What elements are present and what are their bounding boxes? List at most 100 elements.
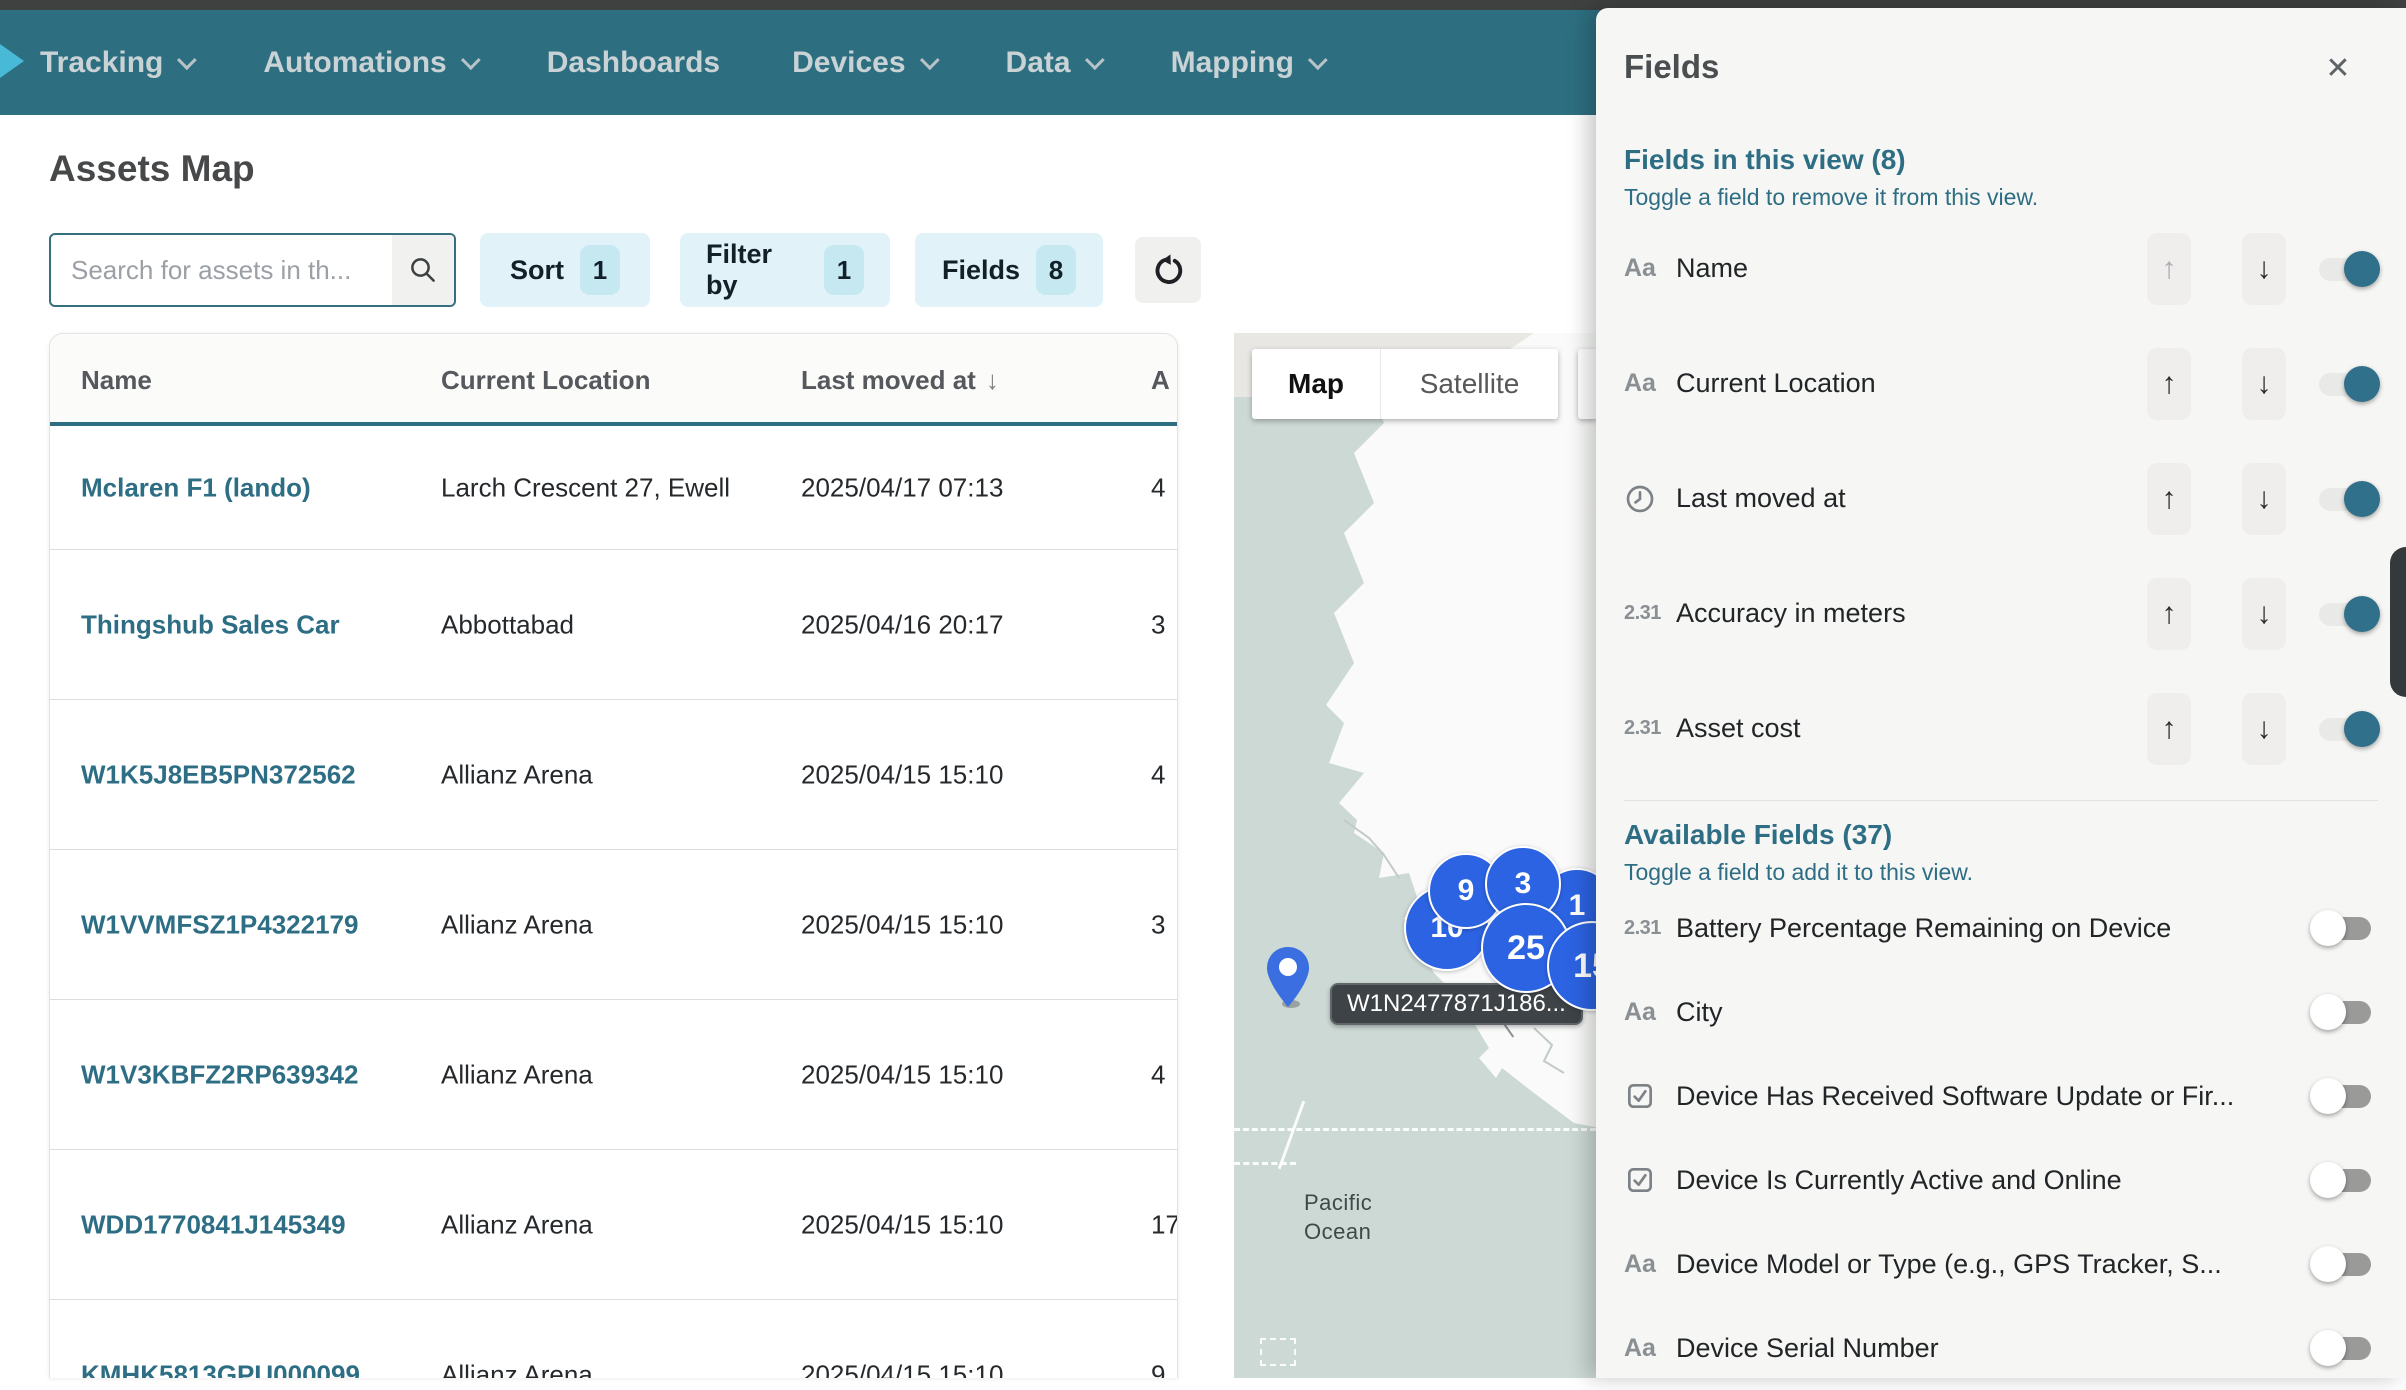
map-type-map-button[interactable]: Map [1252,349,1380,419]
chevron-down-icon [1308,50,1328,70]
right-edge-drawer-handle[interactable] [2390,547,2406,697]
move-field-up-button[interactable]: ↑ [2147,463,2191,535]
asset-last-moved-cell: 2025/04/15 15:10 [801,909,1003,940]
field-visibility-toggle[interactable] [2312,1161,2378,1199]
filter-count-badge: 1 [824,245,864,295]
toggle-knob [2344,596,2380,632]
field-row: Device Is Currently Active and Online [1624,1138,2378,1222]
column-header-current-location[interactable]: Current Location [441,334,650,426]
asset-name-link[interactable]: WDD1770841J145349 [81,1209,346,1240]
nav-item-automations[interactable]: Automations [263,46,474,80]
field-label: Device Is Currently Active and Online [1676,1165,2286,1196]
field-visibility-toggle[interactable] [2312,909,2378,947]
field-visibility-toggle[interactable] [2312,365,2378,403]
toggle-knob [2310,1330,2346,1366]
asset-name-link[interactable]: KMHK5813GPU000099 [81,1360,360,1379]
move-field-down-button[interactable]: ↓ [2242,578,2286,650]
close-icon[interactable]: ✕ [2316,46,2360,90]
nav-back-arrow-icon[interactable] [0,44,24,78]
checkbox-icon [1624,1164,1656,1196]
field-label: Asset cost [1676,713,2147,744]
nav-item-devices[interactable]: Devices [792,46,933,80]
field-visibility-toggle[interactable] [2312,595,2378,633]
nav-item-data[interactable]: Data [1006,46,1099,80]
asset-last-moved-cell: 2025/04/15 15:10 [801,1360,1003,1379]
toggle-knob [2310,994,2346,1030]
table-row[interactable]: Thingshub Sales CarAbbottabad2025/04/16 … [50,550,1177,700]
field-label: Current Location [1676,368,2147,399]
marker-tooltip[interactable]: W1N2477871J186... [1330,983,1583,1025]
chevron-down-icon [177,50,197,70]
field-row: 2.31Accuracy in meters↑↓ [1624,556,2378,671]
column-header-last-moved-at[interactable]: Last moved at ↓ [801,334,999,426]
map-type-satellite-button[interactable]: Satellite [1380,349,1558,419]
text-type-icon: Aa [1624,1250,1656,1279]
toggle-knob [2310,1078,2346,1114]
column-header-label: Last moved at [801,365,976,396]
map-pin-marker[interactable] [1265,945,1311,1009]
move-field-down-button[interactable]: ↓ [2242,233,2286,305]
field-visibility-toggle[interactable] [2312,710,2378,748]
field-row: AaDevice Serial Number [1624,1306,2378,1390]
move-field-down-button[interactable]: ↓ [2242,463,2286,535]
table-header-row: Name Current Location Last moved at ↓ A [50,334,1177,426]
move-field-up-button[interactable]: ↑ [2147,233,2191,305]
table-row[interactable]: WDD1770841J145349Allianz Arena2025/04/15… [50,1150,1177,1300]
table-row[interactable]: Mclaren F1 (lando)Larch Crescent 27, Ewe… [50,426,1177,550]
fields-section-subtitle: Toggle a field to remove it from this vi… [1624,184,2378,211]
asset-location-cell: Allianz Arena [441,909,593,940]
move-field-down-button[interactable]: ↓ [2242,693,2286,765]
column-header-accuracy[interactable]: A [1151,334,1170,426]
table-row[interactable]: W1K5J8EB5PN372562Allianz Arena2025/04/15… [50,700,1177,850]
table-row[interactable]: KMHK5813GPU000099Allianz Arena2025/04/15… [50,1300,1177,1378]
field-visibility-toggle[interactable] [2312,250,2378,288]
sort-descending-icon: ↓ [986,365,999,396]
asset-accuracy-cell: 3 [1151,909,1165,940]
search-input[interactable]: Search for assets in th... [49,233,456,307]
column-header-label: A [1151,365,1170,396]
asset-last-moved-cell: 2025/04/17 07:13 [801,472,1003,503]
field-visibility-toggle[interactable] [2312,993,2378,1031]
nav-item-dashboards[interactable]: Dashboards [547,46,720,80]
field-visibility-toggle[interactable] [2312,480,2378,518]
text-field-type-icon: Aa [1624,1334,1676,1363]
toolbar: Search for assets in th... Sort 1 Filter… [0,233,1234,307]
field-row: 2.31Battery Percentage Remaining on Devi… [1624,886,2378,970]
move-field-down-button[interactable]: ↓ [2242,348,2286,420]
table-row[interactable]: W1V3KBFZ2RP639342Allianz Arena2025/04/15… [50,1000,1177,1150]
nav-item-mapping[interactable]: Mapping [1171,46,1322,80]
field-label: Name [1676,253,2147,284]
time-field-type-icon [1624,483,1676,515]
asset-name-link[interactable]: W1VVMFSZ1P4322179 [81,909,358,940]
search-icon-button[interactable] [392,235,454,305]
move-field-up-button[interactable]: ↑ [2147,348,2191,420]
column-header-name[interactable]: Name [81,334,152,426]
toggle-knob [2344,711,2380,747]
asset-name-link[interactable]: W1V3KBFZ2RP639342 [81,1059,358,1090]
field-row: AaCity [1624,970,2378,1054]
column-header-label: Name [81,365,152,396]
field-row: AaName↑ ↓ [1624,211,2378,326]
fields-button[interactable]: Fields 8 [915,233,1103,307]
number-field-type-icon: 2.31 [1624,917,1676,940]
filter-by-button-label: Filter by [706,239,808,301]
table-row[interactable]: W1VVMFSZ1P4322179 Allianz Arena 2025/04/15… [50,850,1177,1000]
move-field-up-button[interactable]: ↑ [2147,578,2191,650]
text-field-type-icon: Aa [1624,254,1676,283]
nav-item-tracking[interactable]: Tracking [40,46,191,80]
asset-name-link[interactable]: W1K5J8EB5PN372562 [81,759,356,790]
field-visibility-toggle[interactable] [2312,1329,2378,1367]
refresh-button[interactable] [1135,237,1201,303]
filter-by-button[interactable]: Filter by 1 [680,233,890,307]
field-visibility-toggle[interactable] [2312,1077,2378,1115]
assets-table: Name Current Location Last moved at ↓ A Mcla… [49,333,1178,1378]
asset-name-link[interactable]: Thingshub Sales Car [81,609,340,640]
asset-name-link[interactable]: Mclaren F1 (lando) [81,472,311,503]
map-fullscreen-button[interactable] [1578,349,1598,419]
move-field-up-button[interactable]: ↑ [2147,693,2191,765]
field-row: 2.31Asset cost↑↓ [1624,671,2378,786]
sort-button[interactable]: Sort 1 [480,233,650,307]
field-visibility-toggle[interactable] [2312,1245,2378,1283]
search-icon [408,255,438,285]
search-placeholder: Search for assets in th... [51,255,392,286]
